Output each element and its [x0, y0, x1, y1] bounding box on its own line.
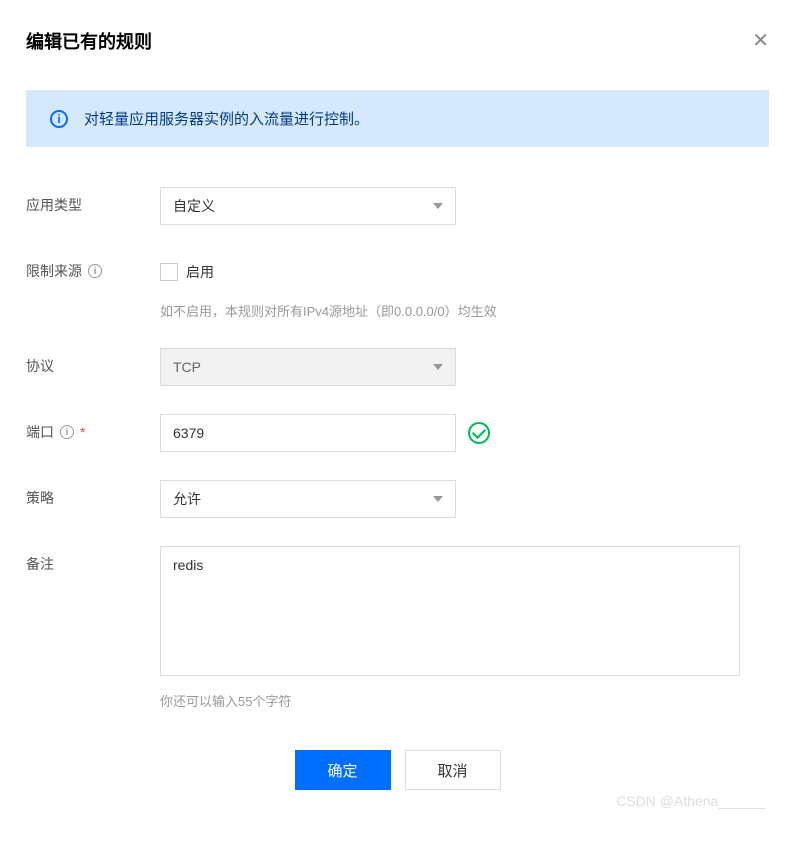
check-success-icon [468, 422, 490, 444]
info-icon: i [50, 110, 68, 128]
remark-textarea[interactable] [160, 546, 740, 676]
watermark: CSDN @Athena______ [616, 793, 765, 809]
policy-value: 允许 [173, 489, 201, 509]
ok-button[interactable]: 确定 [295, 750, 391, 790]
policy-select[interactable]: 允许 [160, 480, 456, 518]
close-icon[interactable]: ✕ [752, 31, 769, 51]
restrict-source-help: 如不启用，本规则对所有IPv4源地址（即0.0.0.0/0）均生效 [160, 301, 769, 320]
enable-checkbox-label: 启用 [186, 262, 214, 282]
required-indicator: * [80, 424, 85, 440]
restrict-source-label: 限制来源 i [26, 253, 160, 281]
app-type-value: 自定义 [173, 196, 215, 216]
protocol-label: 协议 [26, 348, 160, 376]
port-input[interactable] [160, 414, 456, 452]
policy-label: 策略 [26, 480, 160, 508]
remark-label: 备注 [26, 546, 160, 574]
protocol-value: TCP [173, 359, 201, 375]
protocol-select[interactable]: TCP [160, 348, 456, 386]
info-alert: i 对轻量应用服务器实例的入流量进行控制。 [26, 90, 769, 147]
chevron-down-icon [433, 496, 443, 502]
cancel-button[interactable]: 取消 [405, 750, 501, 790]
port-label: 端口 i * [26, 414, 160, 442]
info-tooltip-icon[interactable]: i [60, 425, 74, 439]
dialog-title: 编辑已有的规则 [26, 28, 152, 54]
info-tooltip-icon[interactable]: i [88, 264, 102, 278]
chevron-down-icon [433, 364, 443, 370]
app-type-select[interactable]: 自定义 [160, 187, 456, 225]
enable-checkbox[interactable] [160, 263, 178, 281]
alert-text: 对轻量应用服务器实例的入流量进行控制。 [84, 108, 369, 129]
remark-help: 你还可以输入55个字符 [160, 691, 769, 710]
app-type-label: 应用类型 [26, 187, 160, 215]
chevron-down-icon [433, 203, 443, 209]
